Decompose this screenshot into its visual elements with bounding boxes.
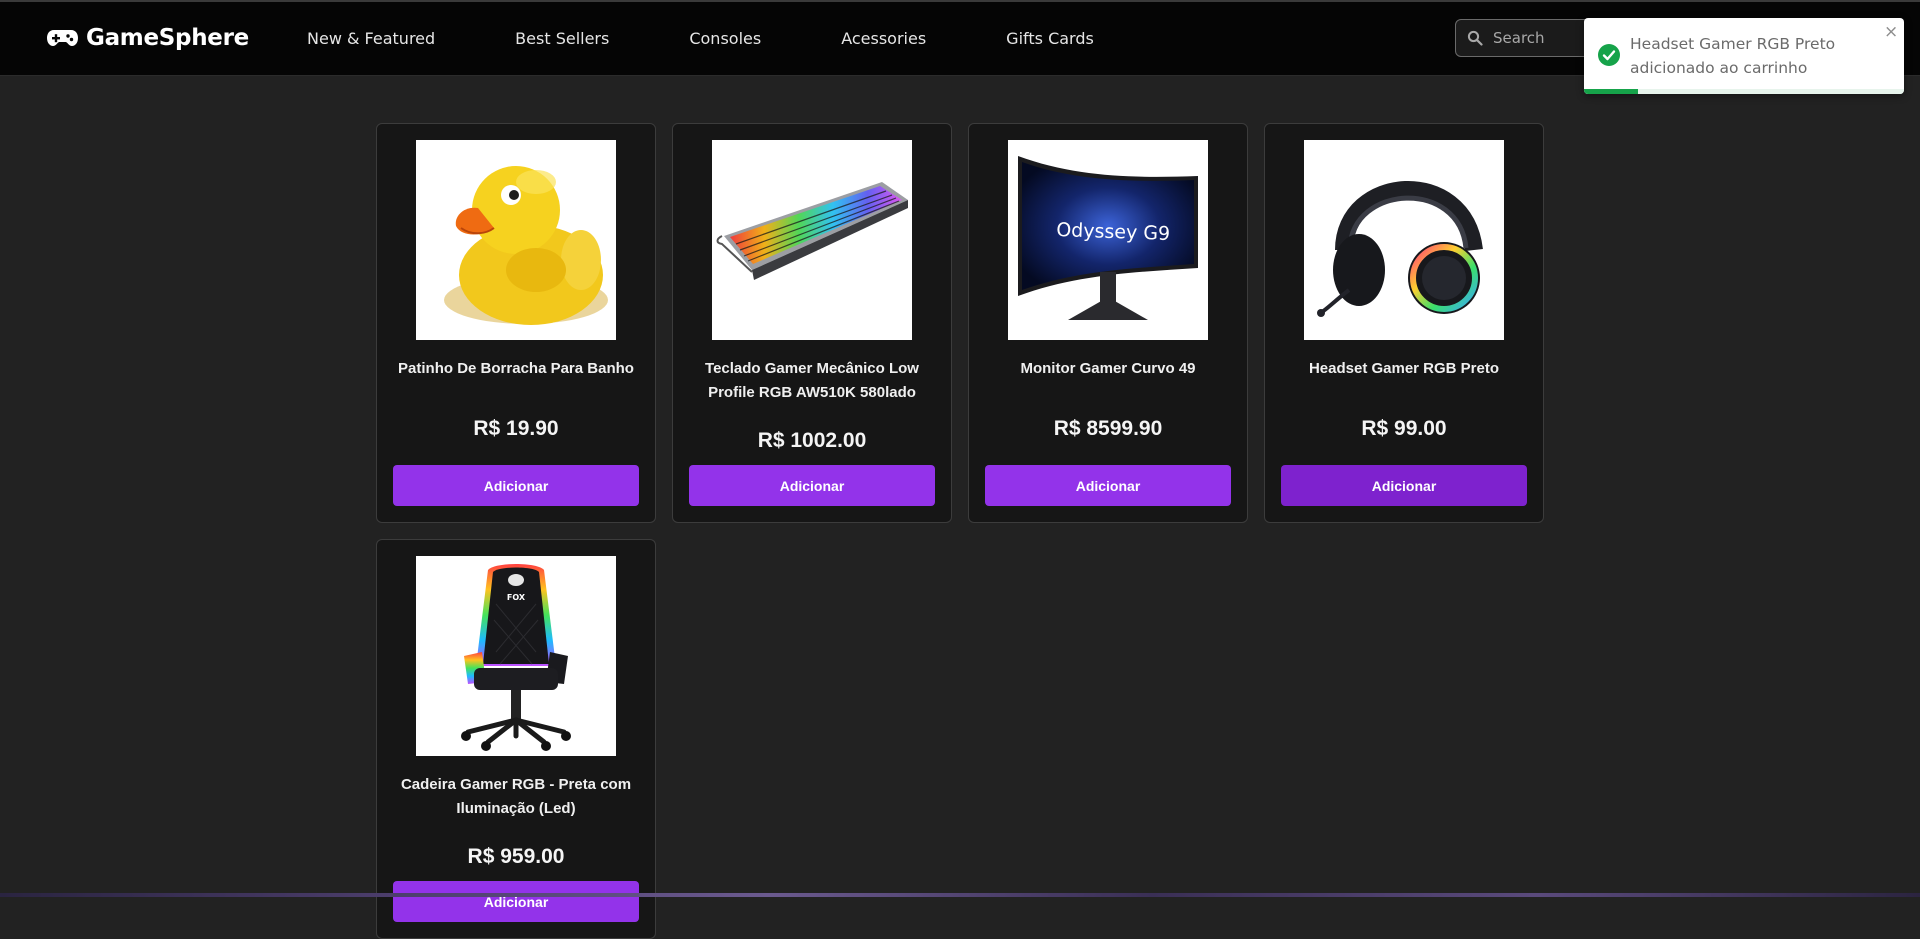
product-card: Odyssey G9 Monitor Gamer Curvo 49 R$ 859… [968, 123, 1248, 523]
product-image-duck[interactable] [416, 140, 616, 340]
monitor-screen-text: Odyssey G9 [1056, 219, 1171, 245]
product-card: Patinho De Borracha Para Banho R$ 19.90 … [376, 123, 656, 523]
product-image-chair[interactable]: FOX [416, 556, 616, 756]
search-icon [1467, 30, 1483, 46]
nav-accessories[interactable]: Acessories [841, 29, 926, 48]
product-name: Cadeira Gamer RGB - Preta com Iluminação… [400, 776, 632, 817]
desktop-background-strip [0, 893, 1920, 897]
product-price: R$ 959.00 [467, 845, 565, 868]
toast-progress-bar [1584, 89, 1639, 94]
product-image-keyboard[interactable] [712, 140, 912, 340]
toast-notification: Headset Gamer RGB Preto adicionado ao ca… [1584, 18, 1904, 94]
search-box[interactable] [1455, 19, 1605, 57]
add-to-cart-button[interactable]: Adicionar [689, 465, 935, 506]
close-icon[interactable]: × [1884, 22, 1898, 42]
brand-logo[interactable]: GameSphere [47, 25, 249, 51]
add-to-cart-button[interactable]: Adicionar [393, 881, 639, 922]
nav-new-featured[interactable]: New & Featured [307, 29, 435, 48]
nav-gift-cards[interactable]: Gifts Cards [1006, 29, 1094, 48]
nav-best-sellers[interactable]: Best Sellers [515, 29, 609, 48]
add-to-cart-button[interactable]: Adicionar [1281, 465, 1527, 506]
main-nav: New & Featured Best Sellers Consoles Ace… [307, 2, 1174, 75]
add-to-cart-button[interactable]: Adicionar [985, 465, 1231, 506]
product-price: R$ 19.90 [473, 417, 559, 440]
product-name: Monitor Gamer Curvo 49 [1020, 360, 1196, 377]
chair-logo-text: FOX [507, 593, 526, 602]
gamepad-icon [47, 29, 78, 47]
check-circle-icon [1598, 44, 1620, 66]
product-image-headset[interactable] [1304, 140, 1504, 340]
product-price: R$ 99.00 [1361, 417, 1447, 440]
toast-message: Headset Gamer RGB Preto adicionado ao ca… [1630, 35, 1836, 77]
product-card: Teclado Gamer Mecânico Low Profile RGB A… [672, 123, 952, 523]
search-input[interactable] [1491, 28, 1595, 48]
brand-name: GameSphere [86, 25, 249, 51]
product-name: Patinho De Borracha Para Banho [398, 360, 634, 377]
add-to-cart-button[interactable]: Adicionar [393, 465, 639, 506]
product-name: Teclado Gamer Mecânico Low Profile RGB A… [705, 360, 919, 401]
product-card: Headset Gamer RGB Preto R$ 99.00 Adicion… [1264, 123, 1544, 523]
nav-consoles[interactable]: Consoles [689, 29, 761, 48]
product-price: R$ 8599.90 [1053, 417, 1163, 440]
product-price: R$ 1002.00 [757, 429, 867, 452]
product-image-monitor[interactable]: Odyssey G9 [1008, 140, 1208, 340]
product-name: Headset Gamer RGB Preto [1308, 360, 1500, 377]
product-card: FOX Cadeira Gamer RGB - Preta com Ilumin… [376, 539, 656, 939]
